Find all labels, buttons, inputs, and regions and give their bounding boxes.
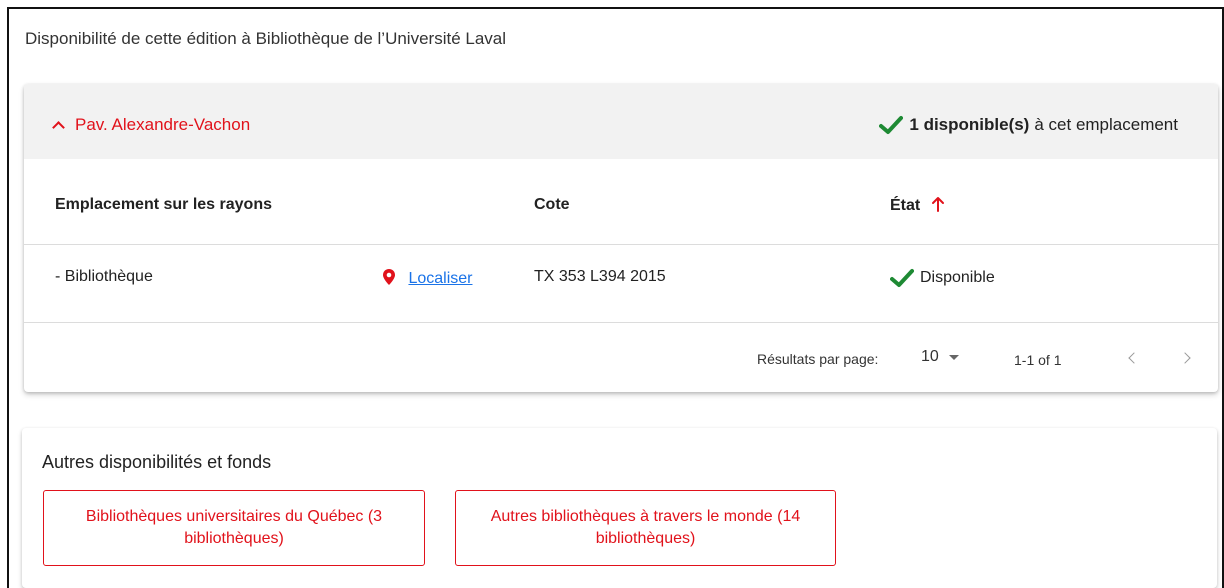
caret-down-icon: [948, 354, 959, 360]
location-name: Pav. Alexandre-Vachon: [75, 115, 251, 134]
chevron-left-icon: [1128, 352, 1140, 364]
status-text: Disponible: [920, 269, 995, 286]
previous-page-button[interactable]: [1122, 346, 1142, 370]
page-title: Disponibilité de cette édition à Bibliot…: [25, 29, 507, 48]
check-icon: [879, 116, 904, 134]
availability-summary: 1 disponible(s) à cet emplacement: [879, 115, 1178, 135]
locate-link[interactable]: Localiser: [382, 268, 472, 288]
results-per-page-value: 10: [921, 348, 939, 365]
row-divider: [24, 322, 1218, 323]
status-header-label: État: [890, 197, 921, 214]
available-count: 1 disponible(s): [909, 115, 1030, 134]
location-toggle[interactable]: Pav. Alexandre-Vachon: [52, 115, 251, 135]
map-pin-icon: [383, 269, 395, 285]
column-header-call-number: Cote: [534, 196, 570, 213]
header-divider: [24, 244, 1218, 245]
available-suffix: à cet emplacement: [1034, 115, 1178, 134]
quebec-libraries-button[interactable]: Bibliothèques universitaires du Québec (…: [43, 490, 425, 566]
location-card-header: Pav. Alexandre-Vachon 1 disponible(s) à …: [24, 84, 1218, 159]
results-per-page-select[interactable]: 10: [921, 348, 959, 366]
chevron-up-icon: [52, 121, 65, 134]
locate-link-label[interactable]: Localiser: [408, 270, 472, 287]
table-cell-call-number: TX 353 L394 2015: [534, 268, 666, 285]
location-card: Pav. Alexandre-Vachon 1 disponible(s) à …: [24, 84, 1218, 392]
next-page-button[interactable]: [1177, 346, 1197, 370]
column-header-shelf: Emplacement sur les rayons: [55, 196, 272, 213]
arrow-up-icon: [931, 197, 944, 212]
other-holdings-card: Autres disponibilités et fonds Bibliothè…: [22, 428, 1217, 588]
world-libraries-button[interactable]: Autres bibliothèques à travers le monde …: [455, 490, 836, 566]
other-holdings-title: Autres disponibilités et fonds: [42, 452, 272, 472]
results-per-page-label: Résultats par page:: [757, 351, 879, 367]
check-icon: [890, 269, 914, 287]
chevron-right-icon: [1179, 352, 1191, 364]
pagination-range: 1-1 of 1: [1014, 352, 1062, 368]
column-header-status[interactable]: État: [890, 196, 945, 215]
table-cell-shelf: - Bibliothèque: [55, 268, 153, 285]
table-cell-status: Disponible: [890, 268, 995, 288]
